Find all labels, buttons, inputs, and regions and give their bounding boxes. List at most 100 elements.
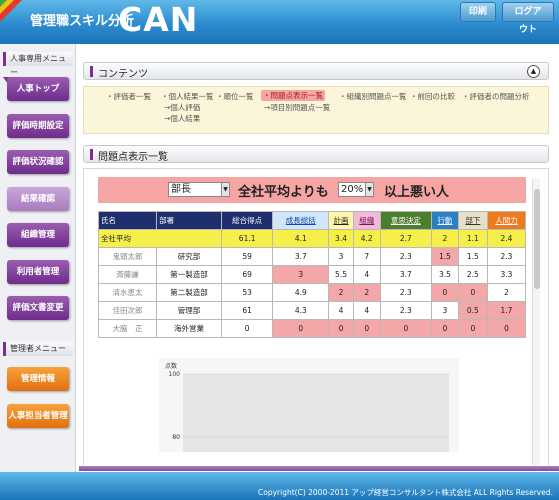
link-personal-result[interactable]: →個人結果 <box>164 113 200 124</box>
contents-panel-header: コンテンツ ▲ <box>83 62 549 80</box>
sidebar-item-hr-staff[interactable]: 人事担当者管理 <box>7 404 69 428</box>
col-growth[interactable]: 成長総括 <box>272 211 330 230</box>
table-cell: 1.7 <box>486 301 527 320</box>
sidebar-item-admin-info[interactable]: 管理情報 <box>7 367 69 391</box>
sidebar-item-doc-change[interactable]: 評価文書変更 <box>7 296 69 320</box>
table-cell: 0 <box>457 283 488 302</box>
link-previous-compare[interactable]: ・前回の比較 <box>410 91 455 102</box>
table-cell: 3.5 <box>431 265 459 284</box>
table-body: 全社平均 61.1 4.1 3.4 4.2 2.7 2 1.1 2.4 鬼頭太郎 研究部 59 3.7 3… <box>97 229 527 338</box>
table-cell: 4.3 <box>272 301 330 320</box>
copyright: Copyright(C) 2000-2011 アップ経営コンサルタント株式会社 … <box>258 488 553 497</box>
table-cell: 3.7 <box>379 265 433 284</box>
table-cell: 3 <box>272 265 330 284</box>
link-evaluator-analysis[interactable]: ・評価者の問題分析 <box>462 91 530 102</box>
list-panel-header: 問題点表示一覧 <box>83 145 549 163</box>
table-cell: 2.3 <box>486 247 527 266</box>
table-cell: 5.5 <box>328 265 354 284</box>
percent-select[interactable]: 20% ▼ <box>338 182 374 197</box>
table-cell: 2 <box>328 283 354 302</box>
department: 管理部 <box>156 301 222 320</box>
logout-button[interactable]: ログアウト <box>502 2 554 35</box>
score-chart: 点数1008066595969536161.1 <box>159 358 459 500</box>
col-action[interactable]: 行動 <box>431 211 459 230</box>
table-row[interactable]: 斎藤謙 第一製造部 69 3 5.5 4 3.7 3.5 2.5 3.3 <box>97 265 527 284</box>
col-name: 氏名 <box>97 211 158 230</box>
table-cell: 59 <box>220 247 274 266</box>
table-cell: 3 <box>431 301 459 320</box>
filter-text-average: 全社平均よりも <box>238 185 329 200</box>
col-decision[interactable]: 意思決定 <box>379 211 433 230</box>
table-cell: 4 <box>352 301 381 320</box>
table-cell: 4 <box>352 265 381 284</box>
table-cell: 0 <box>220 319 274 338</box>
print-button[interactable]: 印刷 <box>460 2 496 22</box>
link-org-problem-list[interactable]: ・組織別問題点一覧 <box>339 91 407 102</box>
link-item-problem-list[interactable]: →項目別問題点一覧 <box>264 102 330 113</box>
sidebar-item-status-check[interactable]: 評価状況確認 <box>7 150 69 174</box>
y-tick-label: 80 <box>172 434 180 441</box>
link-ranking[interactable]: ・順位一覧 <box>216 91 254 102</box>
col-org[interactable]: 組織 <box>352 211 381 230</box>
score-chart-svg: 点数1008066595969536161.1 <box>165 362 449 500</box>
employee-name[interactable]: 鬼頭太郎 <box>97 247 158 266</box>
y-tick-label: 100 <box>169 371 181 378</box>
table-cell: 3.7 <box>272 247 330 266</box>
sidebar-item-period-setting[interactable]: 評価時期設定 <box>7 114 69 138</box>
admin-menu-heading: 管理者メニュー <box>3 342 73 356</box>
table-cell: 2.7 <box>379 229 433 248</box>
table-cell: 0 <box>457 319 488 338</box>
table-cell: 4 <box>328 301 354 320</box>
department: 第一製造部 <box>156 265 222 284</box>
table-cell: 3 <box>328 247 354 266</box>
user-menu-heading: 人事専用メニュー <box>3 52 73 77</box>
table-cell: 4.2 <box>352 229 381 248</box>
table-cell: 3.4 <box>328 229 354 248</box>
col-humanity[interactable]: 人間力 <box>486 211 527 230</box>
col-plan[interactable]: 計画 <box>328 211 354 230</box>
footer: Copyright(C) 2000-2011 アップ経営コンサルタント株式会社 … <box>0 472 559 500</box>
y-axis-label: 点数 <box>165 362 177 370</box>
table-cell: 0 <box>272 319 330 338</box>
table-row[interactable]: 佳田次郎 管理部 61 4.3 4 4 2.3 3 0.5 1.7 <box>97 301 527 320</box>
sidebar: 人事専用メニュー 人事トップ 評価時期設定 評価状況確認 結果確認 組織管理 利… <box>0 44 76 500</box>
table-cell: 2 <box>486 283 527 302</box>
table-cell: 0 <box>486 319 527 338</box>
table-cell: 0.5 <box>457 301 488 320</box>
table-cell: 1.5 <box>431 247 459 266</box>
link-problem-list[interactable]: ・問題点表示一覧 <box>261 90 325 101</box>
link-personal-evaluation[interactable]: →個人評価 <box>164 102 200 113</box>
table-cell: 0 <box>328 319 354 338</box>
employee-name[interactable]: 斎藤謙 <box>97 265 158 284</box>
table-cell: 61.1 <box>220 229 274 248</box>
link-evaluator-list[interactable]: ・評価者一覧 <box>106 91 151 102</box>
table-cell: 0 <box>379 319 433 338</box>
department: 第二製造部 <box>156 283 222 302</box>
sidebar-item-user-management[interactable]: 利用者管理 <box>7 260 69 284</box>
employee-name[interactable]: 大脇 正 <box>97 319 158 338</box>
table-row[interactable]: 清水恵太 第二製造部 53 4.9 2 2 2.3 0 0 2 <box>97 283 527 302</box>
position-select[interactable]: 部長 ▼ <box>168 182 230 197</box>
employee-name[interactable]: 清水恵太 <box>97 283 158 302</box>
contents-links: ・評価者一覧 ・個人結果一覧 →個人評価 →個人結果 ・順位一覧 ・問題点表示一… <box>83 86 549 134</box>
table-cell: 69 <box>220 265 274 284</box>
contents-title: コンテンツ <box>98 69 148 80</box>
collapse-up-icon[interactable]: ▲ <box>527 65 540 78</box>
table-cell: 0 <box>431 283 459 302</box>
sidebar-item-results[interactable]: 結果確認 <box>7 187 69 211</box>
table-cell: 53 <box>220 283 274 302</box>
table-row[interactable]: 大脇 正海外営業 0 0 0 0 0 0 0 0 <box>97 319 527 338</box>
department: 海外営業 <box>156 319 222 338</box>
app-title: CAN <box>118 0 199 39</box>
employee-name[interactable]: 佳田次郎 <box>97 301 158 320</box>
link-personal-results[interactable]: ・個人結果一覧 <box>161 91 214 102</box>
col-subordinate[interactable]: 部下 <box>457 211 488 230</box>
table-row[interactable]: 鬼頭太郎 研究部 59 3.7 3 7 2.3 1.5 1.5 2.3 <box>97 247 527 266</box>
table-header-row: 氏名 部署 総合得点 成長総括 計画 組織 意思決定 行動 部下 人間力 <box>97 211 527 230</box>
vertical-scrollbar[interactable] <box>532 179 540 465</box>
table-cell: 2 <box>431 229 459 248</box>
sidebar-item-org-management[interactable]: 組織管理 <box>7 223 69 247</box>
problem-table: 氏名 部署 総合得点 成長総括 計画 組織 意思決定 行動 部下 人間力 全社平… <box>97 211 527 338</box>
logo-triangle-green <box>0 0 7 7</box>
sidebar-item-hr-top[interactable]: 人事トップ <box>7 77 69 101</box>
